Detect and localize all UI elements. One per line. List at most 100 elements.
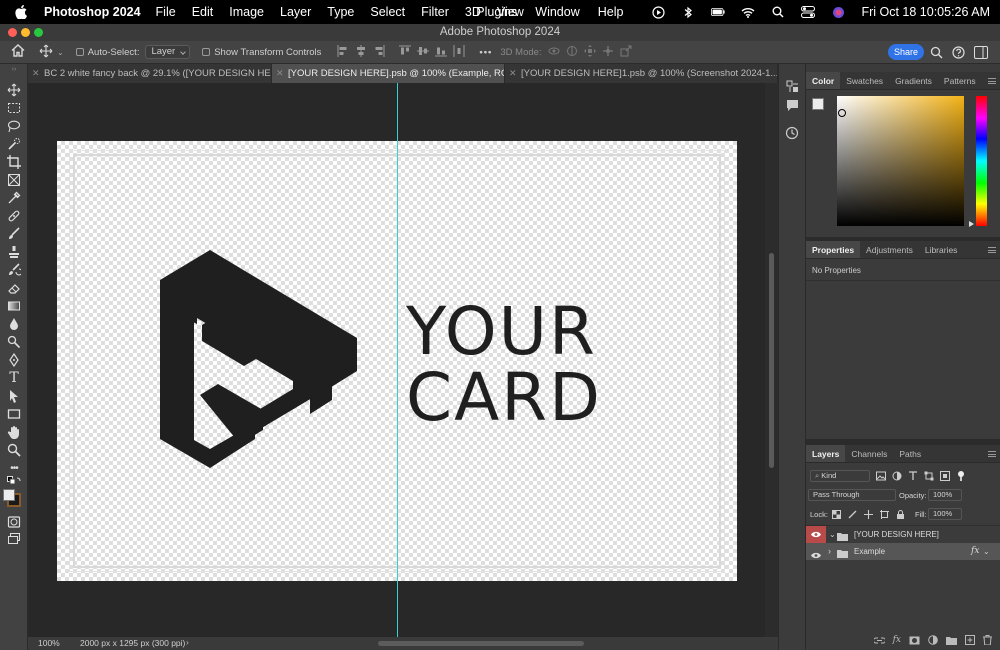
layer-filter-kind[interactable]: ⌕ Kind bbox=[810, 470, 870, 482]
color-picker-cursor[interactable] bbox=[838, 109, 846, 117]
vertical-scrollbar[interactable] bbox=[765, 83, 778, 637]
chevron-down-icon[interactable]: ⌄ bbox=[983, 543, 990, 560]
3d-pan-icon[interactable] bbox=[583, 44, 596, 60]
more-options-icon[interactable]: ••• bbox=[479, 47, 492, 58]
tab-document-3[interactable]: ✕ [YOUR DESIGN HERE]1.psb @ 100% (Screens… bbox=[505, 64, 778, 83]
zoom-tool-icon[interactable] bbox=[6, 442, 22, 458]
battery-icon[interactable] bbox=[711, 5, 726, 19]
tab-color[interactable]: Color bbox=[806, 72, 841, 89]
3d-scale-icon[interactable] bbox=[620, 45, 632, 60]
tab-paths[interactable]: Paths bbox=[893, 445, 927, 462]
lock-all-icon[interactable] bbox=[896, 510, 905, 519]
logo-mark[interactable] bbox=[160, 250, 360, 472]
menu-layer[interactable]: Layer bbox=[280, 5, 311, 19]
help-icon[interactable] bbox=[952, 46, 965, 62]
control-center-icon[interactable] bbox=[801, 5, 816, 19]
vertical-guide[interactable] bbox=[397, 83, 398, 637]
chevron-right-icon[interactable]: › bbox=[186, 637, 189, 647]
tab-libraries[interactable]: Libraries bbox=[919, 241, 964, 258]
pen-tool-icon[interactable] bbox=[6, 352, 22, 368]
wifi-icon[interactable] bbox=[741, 5, 755, 19]
close-icon[interactable]: ✕ bbox=[32, 64, 40, 83]
menu-window[interactable]: Window bbox=[535, 5, 579, 19]
layer-name[interactable]: Example bbox=[854, 543, 885, 560]
tab-document-2[interactable]: ✕ [YOUR DESIGN HERE].psb @ 100% (Example,… bbox=[272, 64, 505, 83]
tab-patterns[interactable]: Patterns bbox=[938, 72, 982, 89]
tab-channels[interactable]: Channels bbox=[845, 445, 893, 462]
tab-adjustments[interactable]: Adjustments bbox=[860, 241, 919, 258]
hand-tool-icon[interactable] bbox=[6, 424, 22, 440]
distribute-icon[interactable] bbox=[453, 44, 465, 60]
visibility-eye-icon[interactable] bbox=[806, 526, 826, 543]
history-panel-icon[interactable] bbox=[785, 126, 799, 143]
filter-type-icon[interactable] bbox=[908, 471, 918, 481]
clone-stamp-icon[interactable] bbox=[6, 244, 22, 260]
lasso-tool-icon[interactable] bbox=[6, 118, 22, 134]
align-center-h-icon[interactable] bbox=[355, 44, 367, 60]
adjustments-panel-icon[interactable] bbox=[786, 80, 799, 96]
lock-pixels-icon[interactable] bbox=[848, 510, 857, 519]
home-icon[interactable] bbox=[11, 44, 25, 60]
align-right-icon[interactable] bbox=[373, 44, 385, 60]
zoom-window-button[interactable] bbox=[34, 28, 43, 37]
scrollbar-thumb[interactable] bbox=[769, 253, 774, 468]
comments-panel-icon[interactable] bbox=[786, 99, 799, 115]
tab-gradients[interactable]: Gradients bbox=[889, 72, 938, 89]
blur-tool-icon[interactable] bbox=[6, 316, 22, 332]
hue-slider-marker[interactable] bbox=[969, 221, 974, 227]
close-icon[interactable]: ✕ bbox=[509, 64, 517, 83]
align-top-icon[interactable] bbox=[399, 45, 412, 60]
zoom-level[interactable]: 100% bbox=[38, 638, 60, 648]
app-menu[interactable]: Photoshop 2024 bbox=[44, 5, 141, 19]
panel-menu-icon[interactable] bbox=[988, 78, 996, 84]
auto-select-dropdown[interactable]: Layer bbox=[145, 45, 191, 59]
type-tool-icon[interactable]: T bbox=[6, 370, 22, 386]
layer-effects-badge[interactable]: fx bbox=[971, 543, 979, 560]
card-title-line-1[interactable]: YOUR bbox=[406, 299, 597, 365]
horizontal-scrollbar[interactable] bbox=[378, 641, 584, 646]
filter-adjustment-icon[interactable] bbox=[892, 471, 902, 481]
chevron-down-icon[interactable]: ⌄ bbox=[829, 526, 836, 543]
tab-properties[interactable]: Properties bbox=[806, 241, 861, 258]
layer-name[interactable]: [YOUR DESIGN HERE] bbox=[854, 526, 939, 543]
tab-swatches[interactable]: Swatches bbox=[840, 72, 889, 89]
play-circle-icon[interactable] bbox=[651, 5, 665, 19]
tab-layers[interactable]: Layers bbox=[806, 445, 846, 462]
crop-tool-icon[interactable] bbox=[6, 154, 22, 170]
clock[interactable]: Fri Oct 18 10:05:26 AM bbox=[861, 5, 990, 19]
menu-help[interactable]: Help bbox=[598, 5, 624, 19]
chevron-right-icon[interactable]: › bbox=[828, 543, 831, 560]
card-title-line-2[interactable]: CARD bbox=[406, 365, 602, 431]
opacity-field[interactable]: 100% bbox=[928, 489, 962, 501]
link-layers-icon[interactable] bbox=[873, 636, 885, 645]
align-bottom-icon[interactable] bbox=[435, 45, 448, 60]
foreground-background-colors[interactable] bbox=[3, 489, 21, 507]
align-left-icon[interactable] bbox=[337, 44, 349, 60]
menu-type[interactable]: Type bbox=[327, 5, 354, 19]
dodge-tool-icon[interactable] bbox=[6, 334, 22, 350]
move-tool-preset-icon[interactable] bbox=[39, 44, 53, 61]
3d-slide-icon[interactable] bbox=[602, 45, 614, 60]
visibility-eye-icon[interactable] bbox=[811, 548, 821, 565]
filter-smart-object-icon[interactable] bbox=[940, 471, 950, 481]
lock-position-icon[interactable] bbox=[864, 510, 873, 519]
add-layer-style-icon[interactable]: fx bbox=[893, 635, 901, 645]
3d-orbit-icon[interactable] bbox=[548, 45, 560, 60]
show-transform-checkbox[interactable] bbox=[202, 48, 211, 56]
move-tool-icon[interactable] bbox=[6, 82, 22, 98]
blend-mode-dropdown[interactable]: Pass Through bbox=[808, 489, 896, 501]
siri-icon[interactable] bbox=[831, 5, 845, 19]
color-picker-field[interactable] bbox=[837, 96, 964, 226]
search-icon[interactable] bbox=[930, 46, 943, 62]
menu-filter[interactable]: Filter bbox=[421, 5, 449, 19]
menu-plugins[interactable]: Plugins bbox=[476, 5, 517, 19]
menu-file[interactable]: File bbox=[156, 5, 176, 19]
filter-shape-icon[interactable] bbox=[924, 471, 934, 481]
eraser-tool-icon[interactable] bbox=[6, 280, 22, 296]
brush-tool-icon[interactable] bbox=[6, 226, 22, 242]
search-icon[interactable] bbox=[771, 5, 785, 19]
history-brush-icon[interactable] bbox=[6, 262, 22, 278]
adjustment-layer-icon[interactable] bbox=[928, 635, 938, 645]
delete-layer-icon[interactable] bbox=[983, 635, 992, 645]
hue-slider[interactable] bbox=[976, 96, 987, 226]
